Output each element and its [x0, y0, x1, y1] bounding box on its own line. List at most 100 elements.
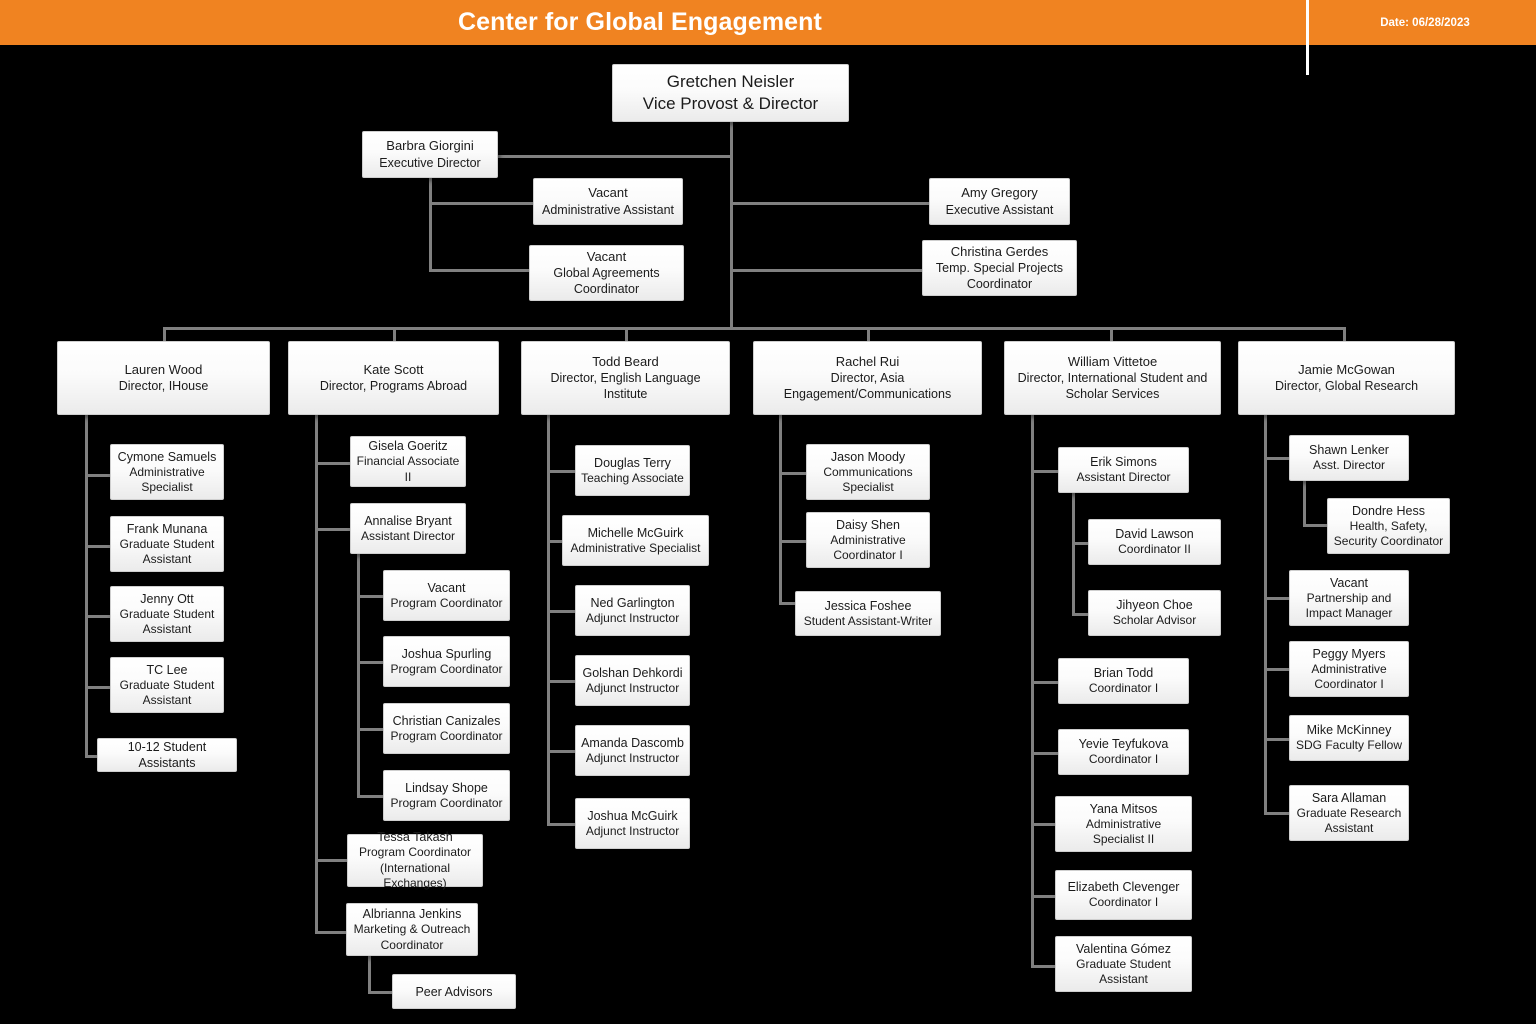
node-eli-3[interactable]: Golshan Dehkordi Adjunct Instructor: [575, 655, 690, 706]
connector-asia-2: [779, 540, 808, 543]
node-exec-director[interactable]: Barbra Giorgini Executive Director: [362, 131, 498, 178]
node-asia-0[interactable]: Jason Moody Communications Specialist: [806, 444, 930, 500]
org-chart-page: { "header": { "title": "Center for Globa…: [0, 0, 1536, 1024]
node-title: Global Agreements Coordinator: [553, 266, 660, 297]
connector-drop-isss: [1110, 327, 1113, 341]
node-title: Coordinator I: [1088, 895, 1159, 910]
node-eli-1[interactable]: Michelle McGuirk Administrative Speciali…: [562, 515, 709, 566]
node-global-research-2[interactable]: Peggy Myers Administrative Coordinator I: [1289, 641, 1409, 697]
connector-annalise-1: [357, 595, 385, 598]
node-director-programs-abroad[interactable]: Kate Scott Director, Programs Abroad: [288, 341, 499, 415]
node-global-research-1[interactable]: Vacant Partnership and Impact Manager: [1289, 570, 1409, 626]
node-ihouse-4[interactable]: 10-12 Student Assistants: [97, 738, 237, 772]
connector-eli-spine: [547, 415, 550, 826]
node-ihouse-1[interactable]: Frank Munana Graduate Student Assistant: [110, 516, 224, 572]
node-title: Administrative Assistant: [542, 202, 674, 217]
node-asia-1[interactable]: Daisy Shen Administrative Coordinator I: [806, 512, 930, 568]
node-title: Marketing & Outreach Coordinator: [353, 922, 471, 952]
node-eli-2[interactable]: Ned Garlington Adjunct Instructor: [575, 585, 690, 636]
node-programs-abroad-3[interactable]: Albrianna Jenkins Marketing & Outreach C…: [346, 903, 478, 956]
connector-directors-bus: [163, 327, 1346, 330]
node-title: Administrative Coordinator I: [1311, 661, 1387, 691]
node-global-agreements-coordinator[interactable]: Vacant Global Agreements Coordinator: [529, 245, 684, 301]
connector-albrianna-1: [368, 991, 394, 994]
node-root[interactable]: Gretchen Neisler Vice Provost & Director: [612, 64, 849, 122]
node-name: Cymone Samuels: [117, 449, 217, 464]
node-erik-report-1[interactable]: Jihyeon Choe Scholar Advisor: [1088, 590, 1221, 636]
node-ihouse-3[interactable]: TC Lee Graduate Student Assistant: [110, 657, 224, 713]
node-annalise-report-2[interactable]: Christian Canizales Program Coordinator: [383, 703, 510, 754]
node-programs-abroad-1[interactable]: Annalise Bryant Assistant Director: [350, 503, 466, 554]
node-eli-0[interactable]: Douglas Terry Teaching Associate: [575, 445, 690, 496]
node-admin-assistant[interactable]: Vacant Administrative Assistant: [533, 178, 683, 225]
connector-asia-1: [779, 472, 808, 475]
node-director-ihouse[interactable]: Lauren Wood Director, IHouse: [57, 341, 270, 415]
node-name: Jamie McGowan: [1298, 361, 1395, 377]
node-name: Yana Mitsos: [1089, 801, 1158, 816]
node-name: Vacant: [588, 185, 628, 201]
node-name: Douglas Terry: [594, 455, 671, 470]
node-name: Sara Allaman: [1311, 790, 1387, 805]
node-eli-4[interactable]: Amanda Dascomb Adjunct Instructor: [575, 725, 690, 776]
node-name: Valentina Gómez: [1076, 941, 1171, 956]
node-name: Lauren Wood: [124, 361, 203, 377]
node-exec-assistant[interactable]: Amy Gregory Executive Assistant: [929, 178, 1070, 225]
connector-isss-3: [1031, 752, 1060, 755]
node-title: Graduate Student Assistant: [1076, 956, 1171, 986]
node-title: Director, Asia Engagement/Communications: [783, 371, 952, 402]
node-albrianna-report-0[interactable]: Peer Advisors: [392, 974, 516, 1009]
node-erik-report-0[interactable]: David Lawson Coordinator II: [1088, 519, 1221, 565]
node-director-asia[interactable]: Rachel Rui Director, Asia Engagement/Com…: [753, 341, 982, 415]
node-shawn-report-0[interactable]: Dondre Hess Health, Safety, Security Coo…: [1327, 498, 1450, 554]
node-name: Amy Gregory: [961, 185, 1038, 201]
connector-drop-asia: [867, 327, 870, 341]
node-name: Tessa Takash: [377, 830, 453, 845]
node-name: Vacant: [427, 580, 466, 595]
node-title: Administrative Specialist: [570, 540, 701, 555]
node-title: Program Coordinator: [390, 795, 503, 810]
node-programs-abroad-2[interactable]: Tessa Takash Program Coordinator (Intern…: [347, 830, 483, 890]
node-ihouse-2[interactable]: Jenny Ott Graduate Student Assistant: [110, 586, 224, 642]
node-programs-abroad-0[interactable]: Gisela Goeritz Financial Associate II: [350, 436, 466, 487]
connector-drop-ihouse: [163, 327, 166, 341]
node-title: Administrative Specialist: [129, 464, 205, 494]
node-isss-1[interactable]: Brian Todd Coordinator I: [1058, 658, 1189, 704]
node-global-research-3[interactable]: Mike McKinney SDG Faculty Fellow: [1289, 715, 1409, 761]
node-name: Gretchen Neisler: [666, 72, 795, 92]
connector-root-to-exec-director: [497, 155, 733, 158]
node-name: Erik Simons: [1090, 455, 1157, 470]
node-name: Elizabeth Clevenger: [1067, 880, 1180, 895]
node-title: Health, Safety, Security Coordinator: [1333, 518, 1444, 548]
connector-gr-spine: [1264, 415, 1267, 813]
node-ihouse-0[interactable]: Cymone Samuels Administrative Specialist: [110, 444, 224, 500]
node-title: Director, Programs Abroad: [319, 379, 468, 394]
node-isss-0[interactable]: Erik Simons Assistant Director: [1058, 447, 1189, 493]
node-eli-5[interactable]: Joshua McGuirk Adjunct Instructor: [575, 798, 690, 849]
node-global-research-4[interactable]: Sara Allaman Graduate Research Assistant: [1289, 785, 1409, 841]
node-special-projects-coordinator[interactable]: Christina Gerdes Temp. Special Projects …: [922, 240, 1077, 296]
connector-erik-spine: [1072, 492, 1075, 616]
node-annalise-report-3[interactable]: Lindsay Shope Program Coordinator: [383, 770, 510, 821]
node-isss-5[interactable]: Valentina Gómez Graduate Student Assista…: [1055, 936, 1192, 992]
node-name: 10-12 Student Assistants: [127, 740, 207, 770]
node-isss-2[interactable]: Yevie Teyfukova Coordinator I: [1058, 729, 1189, 775]
node-isss-4[interactable]: Elizabeth Clevenger Coordinator I: [1055, 870, 1192, 920]
node-annalise-report-0[interactable]: Vacant Program Coordinator: [383, 570, 510, 621]
node-title: Financial Associate II: [356, 454, 460, 484]
node-name: Jihyeon Choe: [1116, 598, 1193, 613]
node-director-global-research[interactable]: Jamie McGowan Director, Global Research: [1238, 341, 1455, 415]
connector-ihouse-spine: [85, 415, 88, 755]
node-isss-3[interactable]: Yana Mitsos Administrative Specialist II: [1055, 796, 1192, 852]
connector-exec-director-spine: [429, 176, 432, 271]
node-director-isss[interactable]: William Vittetoe Director, International…: [1004, 341, 1221, 415]
node-director-eli[interactable]: Todd Beard Director, English Language In…: [521, 341, 730, 415]
node-global-research-0[interactable]: Shawn Lenker Asst. Director: [1289, 435, 1409, 481]
node-name: David Lawson: [1115, 527, 1194, 542]
node-title: Graduate Research Assistant: [1296, 805, 1402, 835]
connector-drop-global-research: [1343, 327, 1346, 341]
node-annalise-report-1[interactable]: Joshua Spurling Program Coordinator: [383, 636, 510, 687]
node-asia-2[interactable]: Jessica Foshee Student Assistant-Writer: [795, 591, 941, 636]
connector-isss-spine: [1031, 415, 1034, 967]
node-title: Temp. Special Projects Coordinator: [935, 261, 1064, 292]
node-name: Rachel Rui: [835, 353, 900, 369]
